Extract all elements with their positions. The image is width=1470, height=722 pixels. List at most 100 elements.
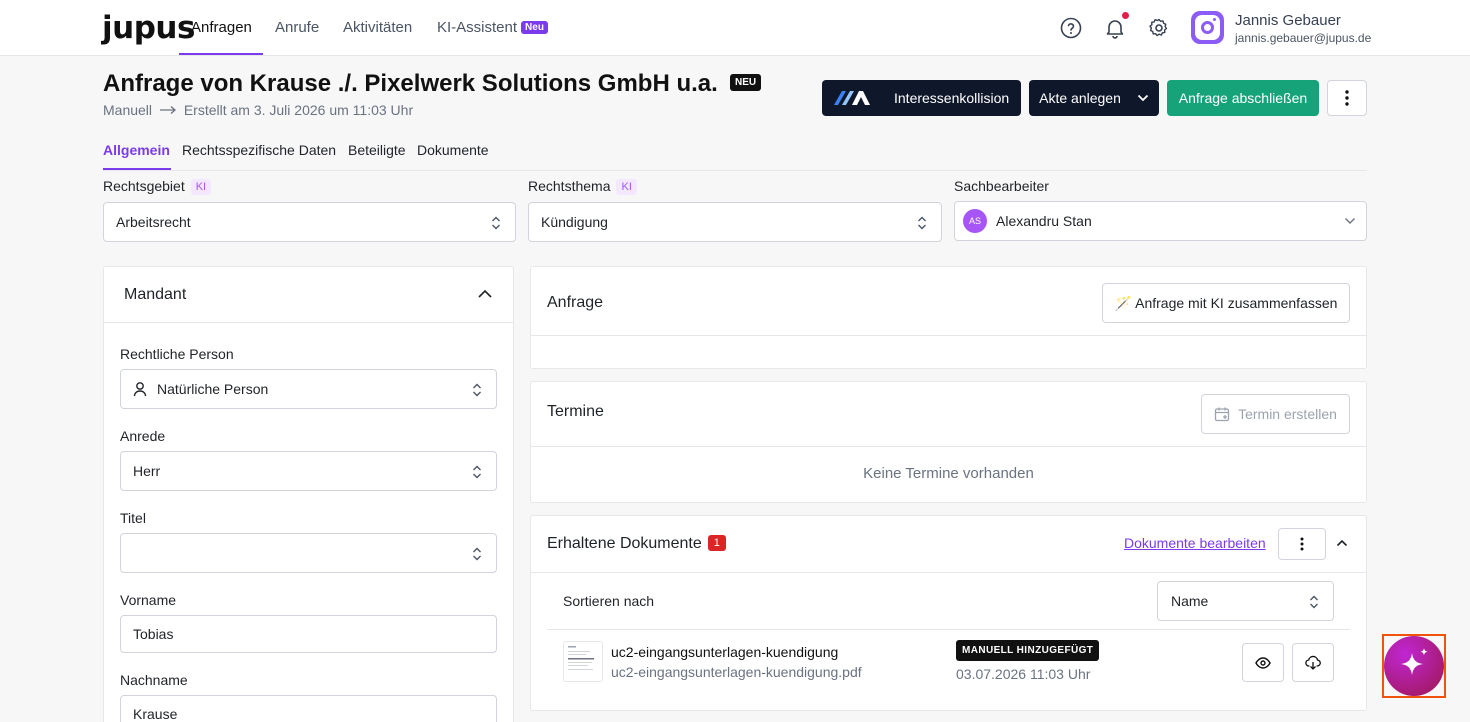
anfrage-abschliessen-button[interactable]: Anfrage abschließen [1167, 80, 1319, 116]
nachname-label: Nachname [120, 672, 188, 688]
termine-empty-state: Keine Termine vorhanden [863, 465, 1034, 482]
ki-tag: KI [190, 179, 212, 195]
rechtsthema-label: Rechtsthema KI [528, 178, 637, 195]
summarize-with-ai-button[interactable]: 🪄 Anfrage mit KI zusammenfassen [1102, 283, 1350, 323]
new-tag: NEU [730, 74, 762, 91]
created-label: Erstellt am 3. Juli 2026 um 11:03 Uhr [183, 102, 414, 118]
sachbearbeiter-value: Alexandru Stan [996, 213, 1092, 229]
vorname-input[interactable]: Tobias [120, 615, 497, 653]
manual-added-tag: MANUELL HINZUGEFÜGT [956, 640, 1100, 661]
mandant-divider [104, 322, 513, 323]
termine-divider [531, 446, 1366, 447]
rechtliche-person-select[interactable]: Natürliche Person [120, 369, 497, 409]
anfrage-divider [531, 335, 1366, 336]
chevron-up-down-icon [918, 216, 926, 230]
new-badge: Neu [521, 21, 548, 34]
more-vertical-icon [1345, 90, 1349, 106]
anfrage-title: Anfrage [547, 294, 604, 311]
help-icon[interactable] [1059, 16, 1083, 40]
user-name[interactable]: Jannis Gebauer [1235, 12, 1341, 29]
nav-link-ki-assistent-label: KI-Assistent [437, 19, 518, 36]
titel-select[interactable] [120, 533, 497, 573]
nav-link-anrufe[interactable]: Anrufe [275, 19, 319, 36]
sachbearbeiter-select[interactable]: AS Alexandru Stan [954, 201, 1367, 241]
dokumente-title: Erhaltene Dokumente 1 [547, 535, 726, 553]
dokumente-more-button[interactable] [1278, 528, 1326, 560]
bell-icon[interactable] [1103, 16, 1127, 40]
rechtliche-person-label: Rechtliche Person [120, 346, 234, 362]
calendar-plus-icon [1214, 407, 1230, 422]
pdf-preview-icon [568, 646, 594, 670]
chevron-up-down-icon [473, 547, 481, 561]
sachbearbeiter-avatar: AS [963, 209, 987, 233]
user-icon [133, 382, 147, 397]
rechtsthema-label-text: Rechtsthema [528, 178, 611, 194]
chevron-up-icon[interactable] [477, 289, 493, 299]
collision-logo-icon [834, 91, 870, 105]
document-thumbnail[interactable] [563, 641, 603, 682]
nav-link-ki-assistent[interactable]: KI-Assistent Neu [437, 19, 548, 36]
sort-divider [547, 629, 1350, 630]
fab-focus-outline [1382, 634, 1446, 698]
tab-active-indicator [103, 168, 171, 170]
chevron-up-down-icon [473, 383, 481, 397]
anrede-value: Herr [133, 463, 161, 479]
termine-title: Termine [547, 403, 604, 420]
chevron-up-down-icon [492, 216, 500, 230]
subtitle: Manuell Erstellt am 3. Juli 2026 um 11:0… [103, 102, 413, 118]
rechtsgebiet-select[interactable]: Arbeitsrecht [103, 202, 516, 242]
rechtsgebiet-label: Rechtsgebiet KI [103, 178, 212, 195]
termin-erstellen-label: Termin erstellen [1238, 406, 1337, 422]
notification-dot [1122, 12, 1129, 19]
tab-dokumente[interactable]: Dokumente [417, 142, 489, 158]
document-name[interactable]: uc2-eingangsunterlagen-kuendigung [611, 644, 838, 660]
user-avatar[interactable] [1191, 11, 1224, 44]
sort-select[interactable]: Name [1157, 581, 1334, 621]
top-navigation-bar: jupus Anfragen Anrufe Aktivitäten KI-Ass… [0, 0, 1470, 56]
nav-link-anfragen[interactable]: Anfragen [191, 19, 252, 36]
sort-value: Name [1171, 593, 1209, 609]
titel-label: Titel [120, 510, 146, 526]
vorname-label: Vorname [120, 592, 177, 608]
chevron-up-down-icon [473, 465, 481, 479]
document-filename: uc2-eingangsunterlagen-kuendigung.pdf [611, 664, 862, 680]
source-label: Manuell [103, 102, 153, 118]
anfrage-abschliessen-label: Anfrage abschließen [1178, 90, 1308, 106]
gear-icon[interactable] [1147, 16, 1171, 40]
dokumente-title-text: Erhaltene Dokumente [547, 535, 702, 552]
ki-tag: KI [616, 179, 637, 195]
chevron-down-icon [1345, 218, 1355, 224]
tab-allgemein[interactable]: Allgemein [103, 142, 170, 158]
anrede-select[interactable]: Herr [120, 451, 497, 491]
more-options-button[interactable] [1327, 80, 1367, 116]
interessenkollision-button[interactable]: Interessenkollision [822, 80, 1021, 116]
eye-icon [1255, 656, 1271, 669]
user-email: jannis.gebauer@jupus.de [1235, 31, 1372, 45]
mandant-card [103, 266, 514, 722]
akte-anlegen-label: Akte anlegen [1039, 90, 1121, 106]
page-title: Anfrage von Krause ./. Pixelwerk Solutio… [103, 70, 718, 97]
dokumente-count-badge: 1 [707, 535, 726, 551]
download-document-button[interactable] [1292, 643, 1334, 682]
dokumente-bearbeiten-link[interactable]: Dokumente bearbeiten [1124, 535, 1266, 551]
chevron-up-icon[interactable] [1336, 539, 1348, 547]
nav-link-aktivitaeten[interactable]: Aktivitäten [343, 19, 412, 36]
tab-beteiligte[interactable]: Beteiligte [348, 142, 406, 158]
chevron-down-icon [1137, 94, 1148, 102]
rechtsthema-value: Kündigung [541, 214, 608, 230]
tab-rechtsspezifische-daten[interactable]: Rechtsspezifische Daten [182, 142, 336, 158]
akte-anlegen-button[interactable]: Akte anlegen [1029, 80, 1159, 116]
dokumente-divider [531, 572, 1366, 573]
jupus-logo[interactable]: jupus [102, 10, 195, 46]
rechtsgebiet-value: Arbeitsrecht [116, 214, 191, 230]
mandant-title: Mandant [124, 286, 187, 303]
rechtsthema-select[interactable]: Kündigung [528, 202, 942, 242]
nachname-input[interactable]: Krause [120, 695, 497, 722]
more-vertical-icon [1300, 537, 1304, 551]
arrow-right-icon [159, 106, 176, 114]
termin-erstellen-button[interactable]: Termin erstellen [1201, 394, 1350, 434]
preview-document-button[interactable] [1242, 643, 1284, 682]
chevron-up-down-icon [1310, 595, 1318, 609]
anrede-label: Anrede [120, 428, 166, 444]
rechtliche-person-value: Natürliche Person [157, 381, 269, 397]
